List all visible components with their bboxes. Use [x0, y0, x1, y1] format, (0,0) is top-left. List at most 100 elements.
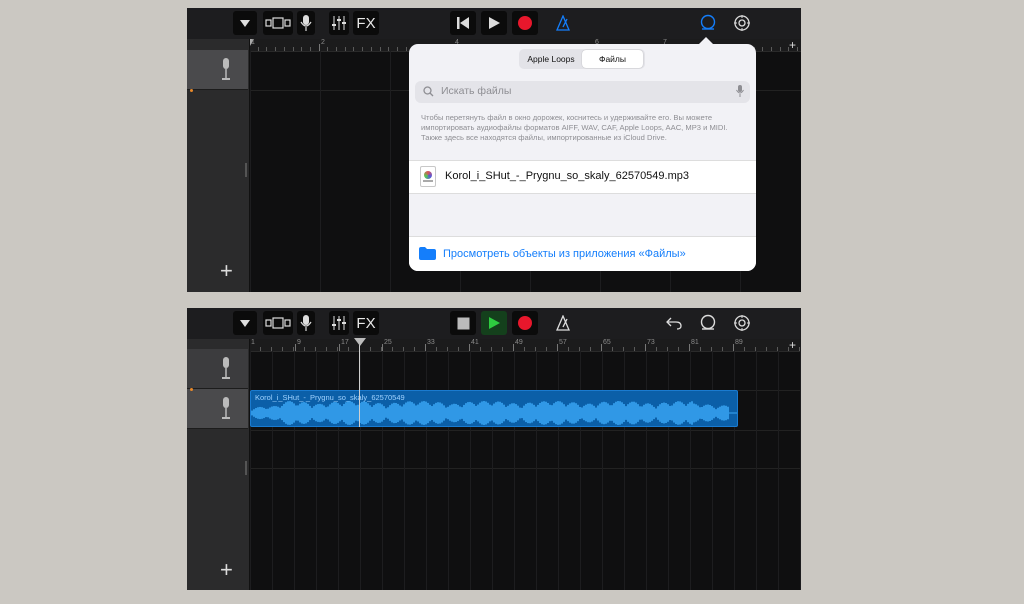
loop-browser-button[interactable] — [697, 311, 719, 335]
play-button[interactable] — [481, 11, 507, 35]
grid-line — [646, 351, 647, 590]
loop-browser-button[interactable] — [697, 11, 719, 35]
grid-line — [448, 351, 449, 590]
ruler-bar-tick — [601, 344, 602, 351]
mic-button[interactable] — [297, 311, 315, 335]
mixer-button[interactable] — [329, 311, 349, 335]
playhead[interactable] — [359, 339, 360, 427]
metronome-button[interactable] — [552, 311, 574, 335]
screenshot-bottom: FX 1 9 17 25 33 41 49 57 65 73 81 89 + +… — [187, 308, 801, 590]
grid-line — [250, 51, 251, 292]
track-indicator-dot — [190, 89, 193, 92]
ruler-number: 1 — [251, 39, 255, 46]
ruler-number: 9 — [297, 339, 301, 346]
record-icon — [518, 16, 532, 30]
settings-button[interactable] — [731, 11, 753, 35]
search-placeholder: Искать файлы — [441, 85, 512, 97]
resize-handle[interactable] — [245, 461, 247, 475]
track-header-1[interactable] — [187, 349, 248, 389]
fx-button[interactable]: FX — [353, 11, 379, 35]
browser-toggle-button[interactable] — [263, 311, 293, 335]
grid-line — [558, 351, 559, 590]
ruler-bar-tick — [513, 344, 514, 351]
grid-line — [320, 51, 321, 292]
metronome-button[interactable] — [552, 11, 574, 35]
mic-button[interactable] — [297, 11, 315, 35]
grid-line — [536, 351, 537, 590]
undo-button[interactable] — [663, 311, 685, 335]
track-sidebar: + — [187, 39, 250, 292]
toolbar: FX — [187, 8, 801, 39]
play-button-active[interactable] — [481, 311, 507, 335]
chevron-down-icon — [240, 319, 250, 327]
grid-line — [690, 351, 691, 590]
track-view-dropdown-button[interactable] — [233, 311, 257, 335]
track-view-dropdown-button[interactable] — [233, 11, 257, 35]
rewind-button[interactable] — [450, 11, 476, 35]
tab-files[interactable]: Файлы — [582, 50, 643, 68]
tab-apple-loops[interactable]: Apple Loops — [521, 50, 581, 68]
file-name: Korol_i_SHut_-_Prygnu_so_skaly_62570549.… — [445, 170, 689, 182]
ruler-bar-tick — [689, 344, 690, 351]
ruler-bar-tick — [733, 344, 734, 351]
waveform — [251, 401, 737, 425]
browser-icon — [265, 17, 291, 29]
record-icon — [518, 316, 532, 330]
settings-icon — [734, 15, 750, 31]
mixer-button[interactable] — [329, 11, 349, 35]
grid-line — [668, 351, 669, 590]
grid-line — [580, 351, 581, 590]
loop-browser-icon — [700, 314, 716, 330]
ruler-number: 17 — [341, 339, 349, 346]
loop-browser-icon — [700, 14, 716, 30]
grid-line — [800, 351, 801, 590]
ruler-number: 2 — [321, 39, 325, 46]
add-section-button[interactable]: + — [789, 339, 796, 351]
resize-handle[interactable] — [245, 163, 247, 177]
microphone-track-icon — [222, 397, 230, 419]
track-header[interactable] — [187, 50, 248, 90]
record-button[interactable] — [512, 311, 538, 335]
search-field[interactable]: Искать файлы — [415, 81, 750, 103]
record-button[interactable] — [512, 11, 538, 35]
add-track-button[interactable]: + — [220, 260, 233, 282]
metronome-icon — [556, 315, 570, 331]
add-track-button[interactable]: + — [220, 559, 233, 581]
chevron-down-icon — [240, 19, 250, 27]
ruler-bar-tick — [382, 344, 383, 351]
audio-region[interactable]: Korol_i_SHut_-_Prygnu_so_skaly_62570549 — [250, 390, 738, 427]
toolbar: FX — [187, 308, 801, 339]
ruler-bar-tick — [557, 344, 558, 351]
loop-browser-popover: Apple Loops Файлы Искать файлы Чтобы пер… — [409, 44, 756, 271]
grid-line — [712, 351, 713, 590]
browser-icon — [265, 317, 291, 329]
tracks-area[interactable] — [250, 351, 801, 590]
browser-toggle-button[interactable] — [263, 11, 293, 35]
browse-files-app-link[interactable]: Просмотреть объекты из приложения «Файлы… — [409, 236, 756, 271]
ruler-number: 57 — [559, 339, 567, 346]
ruler-number: 73 — [647, 339, 655, 346]
stop-button[interactable] — [450, 311, 476, 335]
add-section-button[interactable]: + — [789, 39, 796, 51]
screenshot-top: FX 12467 + + Apple Loops Файлы Искать фа… — [187, 8, 801, 292]
ruler-number: 81 — [691, 339, 699, 346]
grid-line — [492, 351, 493, 590]
segmented-control: Apple Loops Файлы — [519, 49, 645, 69]
track-header-2[interactable] — [187, 389, 248, 429]
grid-line — [778, 351, 779, 590]
fx-label: FX — [356, 14, 376, 32]
mic-icon — [300, 15, 312, 31]
ruler-number: 49 — [515, 339, 523, 346]
ruler-bar-tick — [295, 344, 296, 351]
ruler-bar-tick — [319, 44, 320, 51]
settings-button[interactable] — [731, 311, 753, 335]
ruler-number: 25 — [384, 339, 392, 346]
file-list-item[interactable]: Korol_i_SHut_-_Prygnu_so_skaly_62570549.… — [409, 160, 756, 194]
settings-icon — [734, 315, 750, 331]
ruler-bar-tick — [425, 344, 426, 351]
grid-line — [734, 351, 735, 590]
playhead-handle[interactable] — [354, 338, 366, 346]
fx-label: FX — [356, 314, 376, 332]
grid-line — [390, 51, 391, 292]
fx-button[interactable]: FX — [353, 311, 379, 335]
